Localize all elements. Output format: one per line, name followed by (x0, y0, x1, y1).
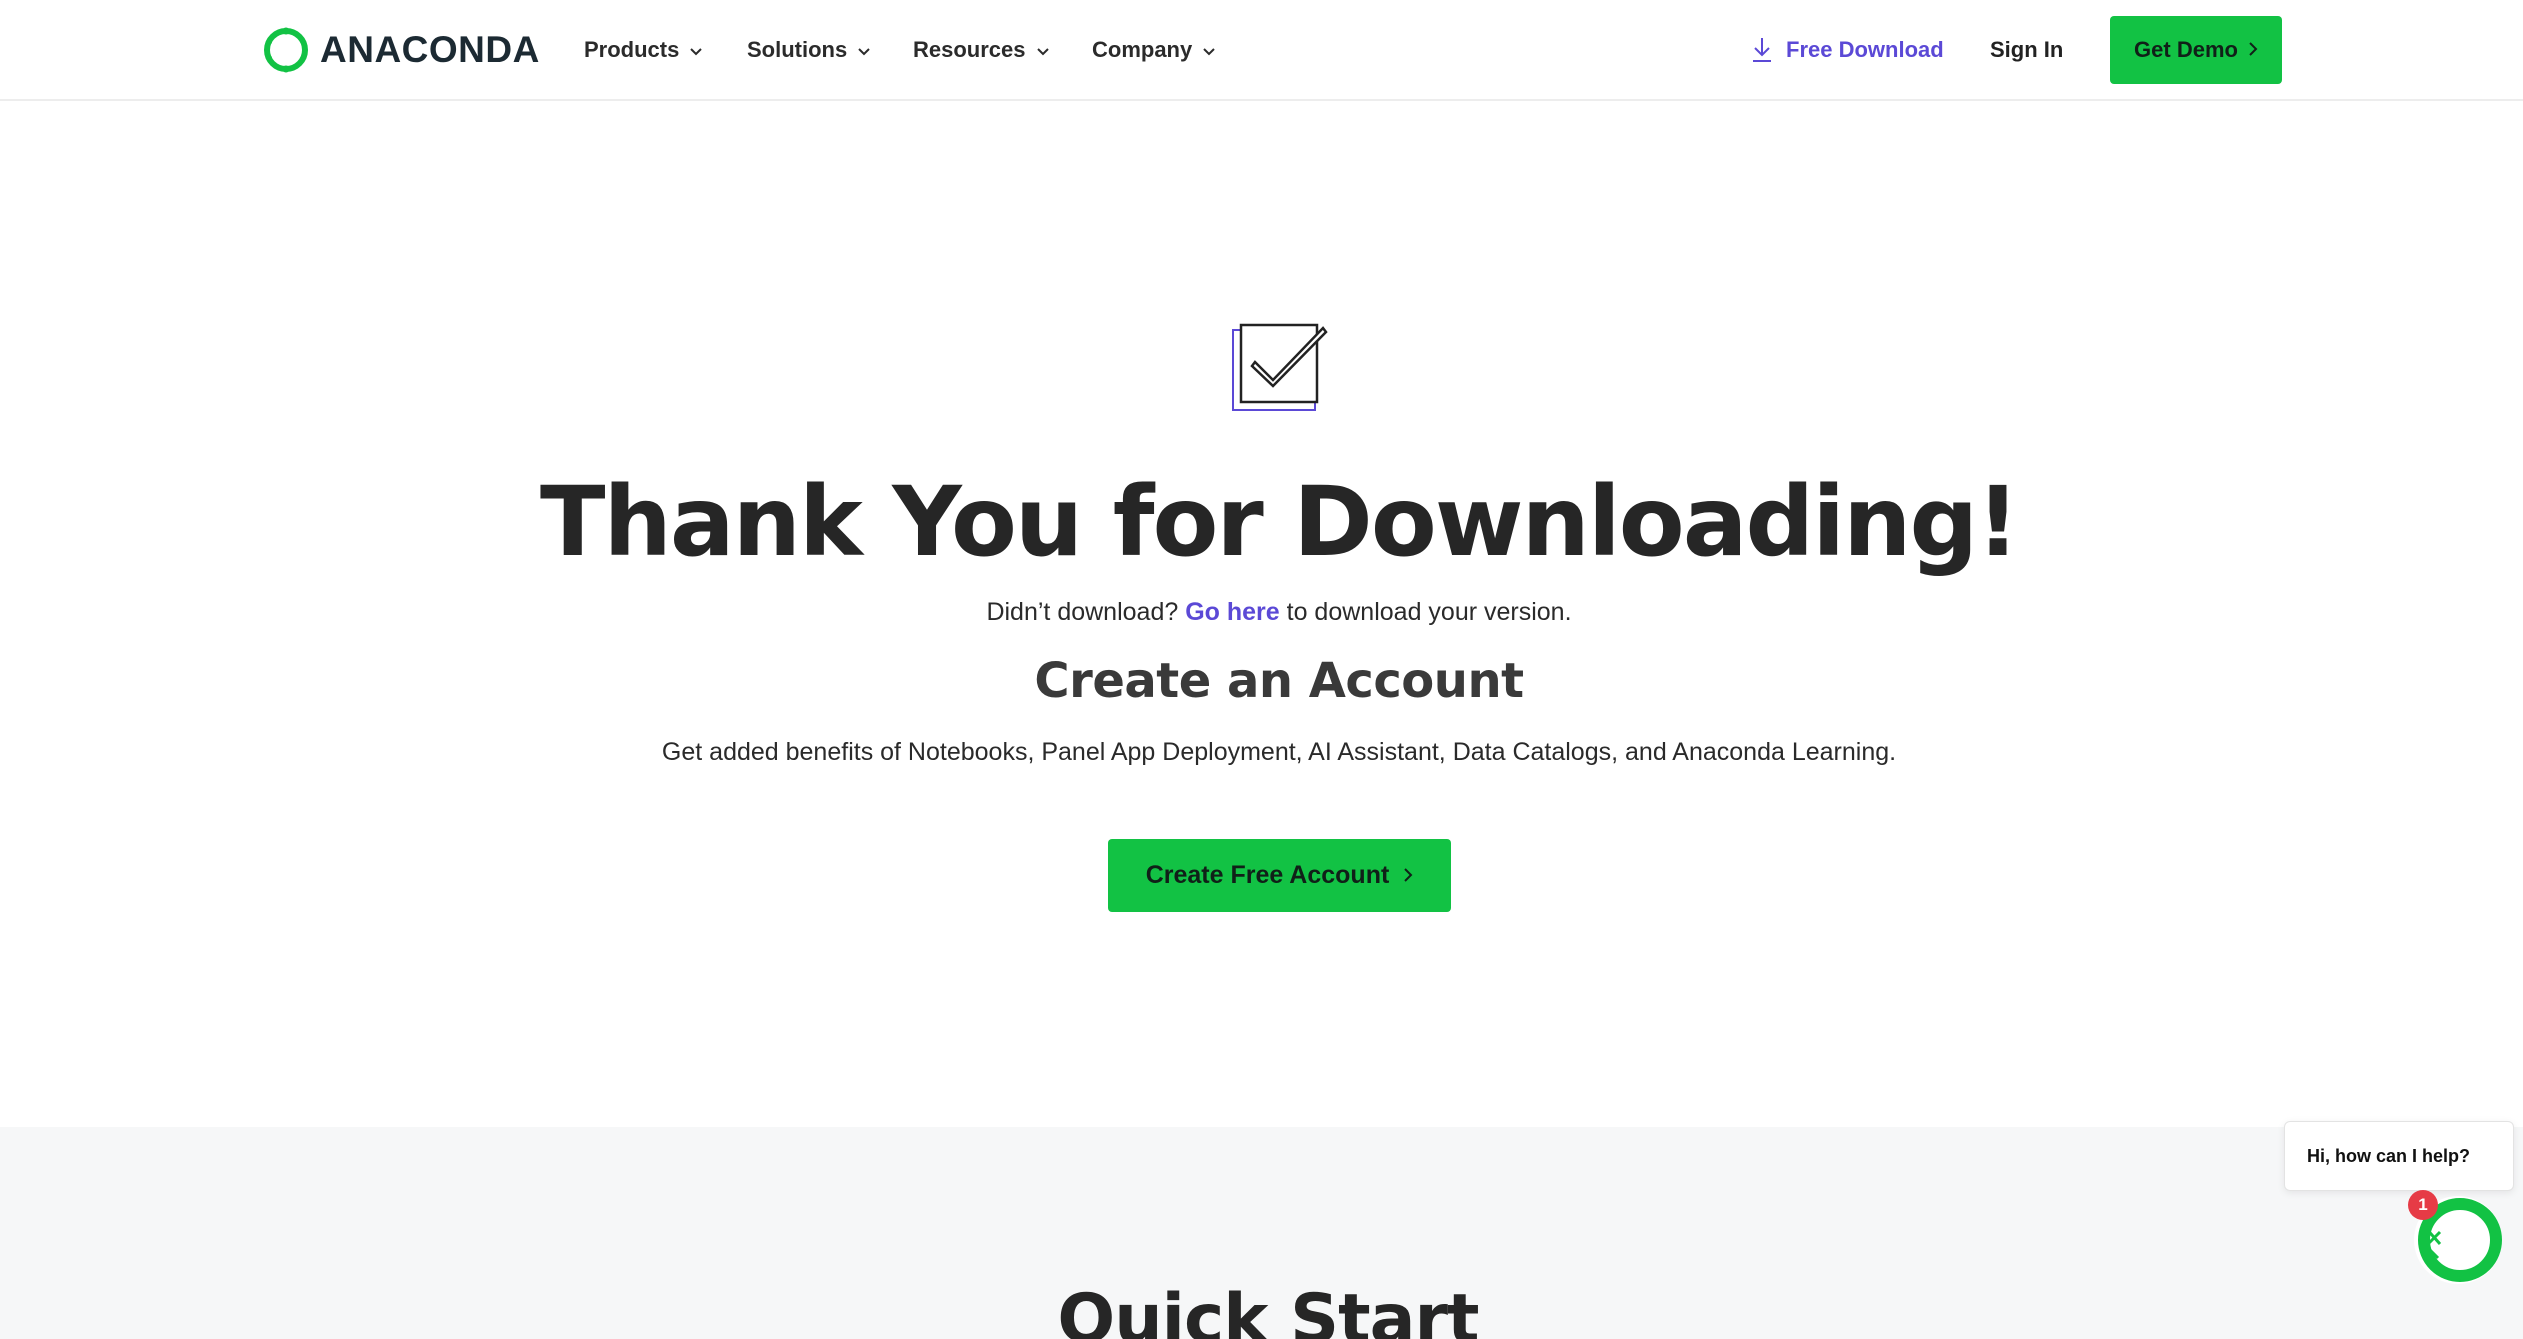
anaconda-ring-logo-icon (264, 27, 308, 73)
notification-badge: 1 (2408, 1190, 2438, 1220)
anaconda-logo[interactable]: ANACONDA (262, 26, 540, 74)
chevron-right-icon (1403, 861, 1413, 890)
nav-solutions[interactable]: Solutions (747, 37, 913, 63)
nav-resources[interactable]: Resources (913, 37, 1092, 63)
free-download-link[interactable]: Free Download (1750, 30, 1944, 70)
download-arrow-icon (1753, 38, 1771, 62)
benefits-text: Get added benefits of Notebooks, Panel A… (661, 738, 1897, 766)
create-free-account-button[interactable]: Create Free Account (1108, 839, 1451, 912)
nav-company[interactable]: Company (1092, 37, 1252, 63)
didnt-download-prefix: Didn’t download? (986, 598, 1179, 626)
nav-company-label: Company (1092, 37, 1193, 62)
checkbox-icon (1230, 320, 1330, 419)
nav-resources-label: Resources (913, 37, 1026, 62)
nav-products-label: Products (584, 37, 680, 62)
quick-start-heading: Quick Start (1057, 1280, 1479, 1339)
didnt-download-line: Didn’t download? Go here to download you… (0, 592, 2523, 632)
quick-start-section: Quick Start (0, 1127, 2523, 1339)
site-header: ANACONDA Products Solutions Resources Co… (0, 0, 2523, 101)
chevron-right-icon (2248, 37, 2258, 63)
logo-wordmark: ANACONDA (320, 29, 540, 70)
nav-solutions-label: Solutions (747, 37, 848, 62)
chevron-down-icon (689, 37, 703, 63)
chat-greeting-bubble[interactable]: Hi, how can I help? (2284, 1121, 2514, 1191)
didnt-download-suffix: to download your version. (1286, 598, 1572, 626)
nav-products[interactable]: Products (584, 37, 747, 63)
free-download-label: Free Download (1786, 37, 1944, 62)
go-here-link[interactable]: Go here (1185, 598, 1279, 626)
chevron-down-icon (857, 37, 871, 63)
page-title: Thank You for Downloading! (540, 466, 2020, 578)
create-account-heading: Create an Account (1034, 653, 1524, 709)
create-free-account-label: Create Free Account (1145, 861, 1390, 889)
chevron-down-icon (1036, 37, 1050, 63)
get-demo-label: Get Demo (2134, 37, 2238, 62)
get-demo-button[interactable]: Get Demo (2110, 16, 2282, 84)
main-nav: Products Solutions Resources Company (584, 30, 1252, 70)
chevron-down-icon (1202, 37, 1216, 63)
sign-in-link[interactable]: Sign In (1990, 30, 2063, 70)
